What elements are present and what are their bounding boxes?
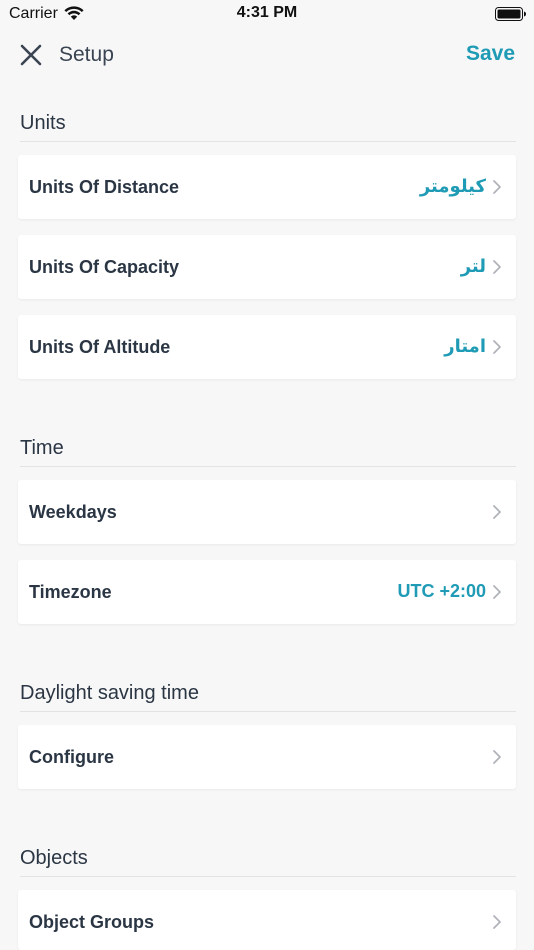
timezone-row[interactable]: Timezone UTC +2:00 bbox=[18, 560, 516, 624]
chevron-right-icon bbox=[493, 915, 501, 929]
object-groups-row[interactable]: Object Groups bbox=[18, 890, 516, 950]
section-header-dst: Daylight saving time bbox=[20, 682, 516, 712]
units-of-altitude-row[interactable]: Units Of Altitude امتار bbox=[18, 315, 516, 379]
status-bar: Carrier 4:31 PM bbox=[0, 0, 534, 28]
save-button[interactable]: Save bbox=[466, 42, 515, 66]
nav-bar: Setup Save bbox=[0, 30, 534, 80]
row-label: Configure bbox=[29, 747, 114, 767]
chevron-right-icon bbox=[493, 260, 501, 274]
chevron-right-icon bbox=[493, 180, 501, 194]
status-time: 4:31 PM bbox=[236, 4, 298, 21]
page-title: Setup bbox=[59, 43, 114, 66]
weekdays-row[interactable]: Weekdays bbox=[18, 480, 516, 544]
row-label: Units Of Altitude bbox=[29, 337, 171, 357]
row-label: Object Groups bbox=[29, 912, 155, 932]
units-of-distance-row[interactable]: Units Of Distance كيلومتر bbox=[18, 155, 516, 219]
section-header-time: Time bbox=[20, 437, 516, 467]
chevron-right-icon bbox=[493, 585, 501, 599]
configure-row[interactable]: Configure bbox=[18, 725, 516, 789]
row-value: كيلومتر bbox=[419, 176, 486, 196]
row-label: Units Of Distance bbox=[29, 177, 180, 197]
battery-icon bbox=[495, 7, 526, 21]
row-label: Weekdays bbox=[29, 502, 117, 522]
chevron-right-icon bbox=[493, 750, 501, 764]
row-value: UTC +2:00 bbox=[397, 581, 486, 601]
row-value: لتر bbox=[460, 256, 486, 276]
section-header-objects: Objects bbox=[20, 847, 516, 877]
row-value: امتار bbox=[444, 336, 486, 356]
chevron-right-icon bbox=[493, 340, 501, 354]
close-icon[interactable] bbox=[19, 43, 43, 67]
units-of-capacity-row[interactable]: Units Of Capacity لتر bbox=[18, 235, 516, 299]
row-label: Timezone bbox=[29, 582, 112, 602]
section-header-units: Units bbox=[20, 112, 516, 142]
row-label: Units Of Capacity bbox=[29, 257, 180, 277]
chevron-right-icon bbox=[493, 505, 501, 519]
